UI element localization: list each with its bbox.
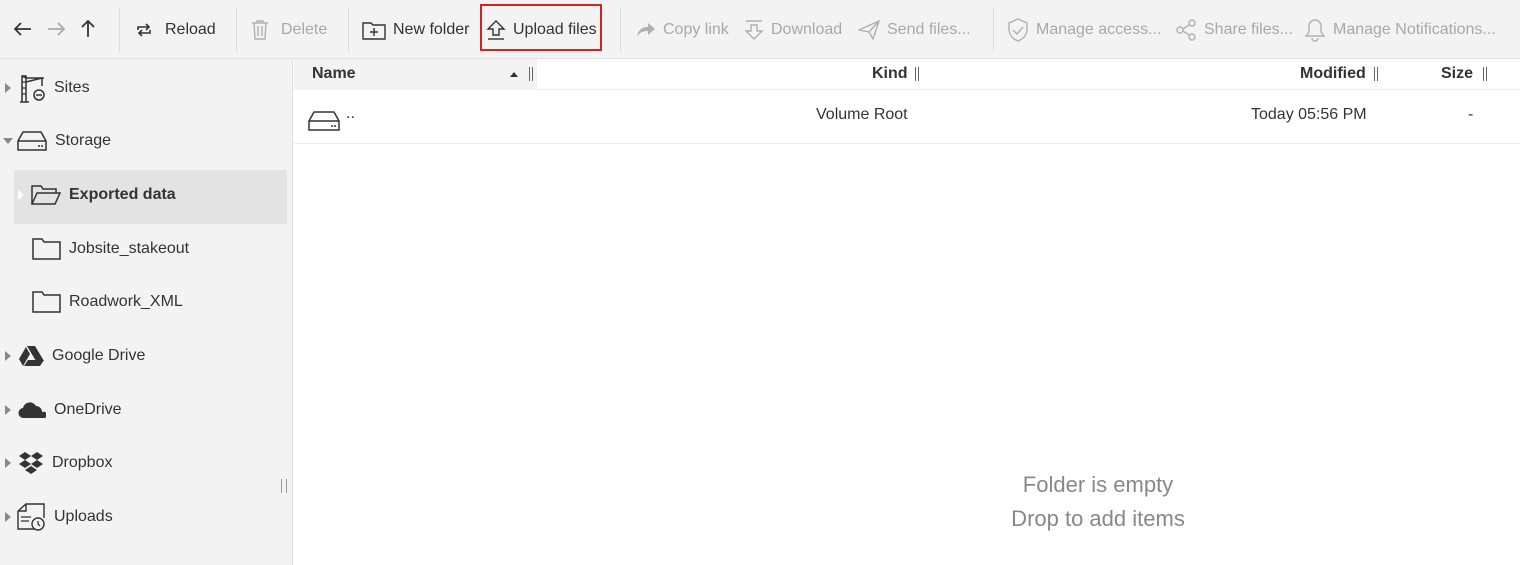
download-label: Download <box>771 20 843 38</box>
folder-icon <box>32 238 61 260</box>
empty-message-line2: Drop to add items <box>1011 506 1185 531</box>
share-files-label: Share files... <box>1204 20 1293 38</box>
sidebar-item-dropbox[interactable]: Dropbox <box>5 443 112 483</box>
onedrive-icon <box>18 402 46 419</box>
drive-icon <box>17 131 47 151</box>
reload-button[interactable]: Reload <box>134 6 216 53</box>
forward-button[interactable] <box>44 17 68 41</box>
arrow-up-icon <box>81 20 95 37</box>
column-resize-handle[interactable] <box>1483 67 1487 81</box>
sidebar-item-label: Google Drive <box>52 347 146 364</box>
folder-plus-icon <box>362 21 386 40</box>
sidebar-item-roadwork-xml[interactable]: Roadwork_XML <box>32 282 183 322</box>
paper-plane-icon <box>858 19 880 40</box>
send-files-label: Send files... <box>887 20 971 38</box>
sidebar-item-label: Uploads <box>54 508 113 525</box>
arrow-left-icon <box>14 22 31 36</box>
bell-icon <box>1304 18 1326 42</box>
row-name: .. <box>346 105 355 122</box>
column-resize-handle[interactable] <box>915 67 919 81</box>
arrow-right-icon <box>48 22 65 36</box>
sidebar-item-label: Exported data <box>69 186 176 203</box>
send-files-button[interactable]: Send files... <box>858 6 971 53</box>
copy-link-label: Copy link <box>663 20 729 38</box>
share-files-button[interactable]: Share files... <box>1175 6 1293 53</box>
sidebar-item-sites[interactable]: Sites <box>5 68 90 108</box>
row-kind: Volume Root <box>816 106 908 123</box>
expand-caret-icon[interactable] <box>18 190 24 200</box>
share-arrow-icon <box>637 22 655 37</box>
dropbox-icon <box>19 452 43 474</box>
delete-label: Delete <box>281 20 328 38</box>
sidebar-item-label: OneDrive <box>54 401 122 418</box>
uploads-icon <box>17 503 45 531</box>
sidebar-item-uploads[interactable]: Uploads <box>5 497 113 537</box>
sidebar-item-label: Roadwork_XML <box>69 293 183 310</box>
column-resize-handle[interactable] <box>529 67 533 81</box>
manage-access-button[interactable]: Manage access... <box>1007 6 1161 53</box>
download-button[interactable]: Download <box>744 6 842 53</box>
sidebar-item-jobsite-stakeout[interactable]: Jobsite_stakeout <box>32 229 189 269</box>
reload-icon <box>137 22 151 37</box>
folder-open-icon <box>31 185 61 205</box>
sidebar-item-label: Jobsite_stakeout <box>69 240 190 257</box>
file-list-pane: Name Kind Modified Size .. Volume Root T… <box>294 59 1520 565</box>
sort-ascending-icon <box>510 72 518 77</box>
expand-caret-icon[interactable] <box>5 405 11 415</box>
column-header-row: Name Kind Modified Size <box>294 59 1520 90</box>
google-drive-icon <box>19 346 44 366</box>
trash-icon <box>252 19 268 40</box>
download-icon <box>744 19 764 40</box>
column-resize-handle[interactable] <box>1374 67 1378 81</box>
expand-caret-icon[interactable] <box>5 351 11 361</box>
manage-notifications-label: Manage Notifications... <box>1333 20 1496 38</box>
folder-icon <box>32 291 61 313</box>
delete-button[interactable]: Delete <box>250 6 327 53</box>
column-header-modified[interactable]: Modified <box>1300 65 1366 83</box>
share-nodes-icon <box>1176 18 1196 41</box>
sidebar-item-google-drive[interactable]: Google Drive <box>5 336 145 376</box>
reload-label: Reload <box>165 20 216 38</box>
sidebar-item-exported-data[interactable]: Exported data <box>18 175 176 215</box>
up-button[interactable] <box>76 17 100 41</box>
sidebar: Sites Storage Exported data Jobsite_stak… <box>0 59 293 565</box>
crane-icon <box>20 75 45 103</box>
toolbar: Reload Delete New folder Upload files Co… <box>0 0 1520 59</box>
column-header-name[interactable]: Name <box>312 65 356 83</box>
drive-icon <box>308 111 340 131</box>
empty-message-line1: Folder is empty <box>1022 472 1174 497</box>
row-size: - <box>1468 106 1474 123</box>
manage-access-label: Manage access... <box>1036 20 1162 38</box>
sidebar-item-onedrive[interactable]: OneDrive <box>5 390 122 430</box>
manage-notifications-button[interactable]: Manage Notifications... <box>1304 6 1496 53</box>
expand-caret-icon[interactable] <box>5 512 11 522</box>
new-folder-button[interactable]: New folder <box>362 6 469 53</box>
expand-caret-icon[interactable] <box>5 458 11 468</box>
sidebar-item-label: Storage <box>55 132 112 149</box>
sidebar-item-label: Sites <box>54 79 90 96</box>
new-folder-label: New folder <box>393 20 470 38</box>
column-header-kind[interactable]: Kind <box>872 65 908 83</box>
row-modified: Today 05:56 PM <box>1251 106 1367 123</box>
expand-caret-icon[interactable] <box>5 83 11 93</box>
back-button[interactable] <box>11 17 35 41</box>
shield-check-icon <box>1008 17 1028 42</box>
sidebar-item-label: Dropbox <box>52 454 113 471</box>
table-row[interactable]: .. Volume Root Today 05:56 PM - <box>294 91 1520 144</box>
sidebar-item-storage[interactable]: Storage <box>3 121 111 161</box>
column-header-size[interactable]: Size <box>1441 65 1473 83</box>
copy-link-button[interactable]: Copy link <box>636 6 729 53</box>
upload-files-highlight <box>480 4 602 51</box>
sidebar-resize-handle[interactable] <box>281 479 287 493</box>
collapse-caret-icon[interactable] <box>3 138 13 144</box>
